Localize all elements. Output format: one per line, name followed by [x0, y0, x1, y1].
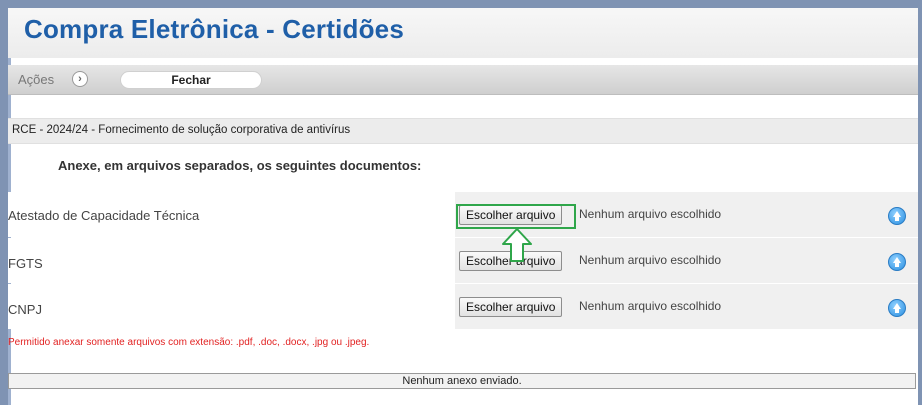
document-label: FGTS: [8, 256, 43, 271]
acoes-menu-label[interactable]: Ações: [18, 72, 54, 87]
chevron-right-icon[interactable]: ›: [72, 71, 88, 87]
file-status: Nenhum arquivo escolhido: [579, 207, 722, 221]
toolbar: Ações › Fechar: [8, 65, 918, 95]
page-title: Compra Eletrônica - Certidões: [24, 14, 404, 44]
process-header-row: RCE - 2024/24 - Fornecimento de solução …: [8, 118, 918, 144]
document-row: FGTS Escolher arquivo Nenhum arquivo esc…: [8, 238, 918, 283]
file-status: Nenhum arquivo escolhido: [579, 253, 722, 267]
file-status: Nenhum arquivo escolhido: [579, 299, 722, 313]
document-label: Atestado de Capacidade Técnica: [8, 208, 200, 223]
upload-cell: Escolher arquivo Nenhum arquivo escolhid…: [455, 284, 918, 329]
choose-file-button[interactable]: Escolher arquivo: [459, 297, 563, 317]
choose-file-button[interactable]: Escolher arquivo: [459, 205, 563, 225]
allowed-extensions-warning: Permitido anexar somente arquivos com ex…: [8, 337, 370, 348]
process-description: RCE - 2024/24 - Fornecimento de solução …: [12, 124, 351, 136]
upload-icon[interactable]: [888, 207, 906, 225]
certidoes-window: Compra Eletrônica - Certidões Ações › Fe…: [8, 8, 918, 405]
attachments-status-bar: Nenhum anexo enviado.: [8, 373, 916, 389]
instruction-text: Anexe, em arquivos separados, os seguint…: [58, 158, 422, 173]
document-row: CNPJ Escolher arquivo Nenhum arquivo esc…: [8, 284, 918, 329]
up-arrow-icon: [500, 227, 534, 263]
upload-icon[interactable]: [888, 253, 906, 271]
close-button[interactable]: Fechar: [120, 71, 262, 89]
title-bar: Compra Eletrônica - Certidões: [8, 8, 918, 58]
upload-icon[interactable]: [888, 299, 906, 317]
document-label: CNPJ: [8, 302, 42, 317]
document-row: Atestado de Capacidade Técnica Escolher …: [8, 192, 918, 237]
